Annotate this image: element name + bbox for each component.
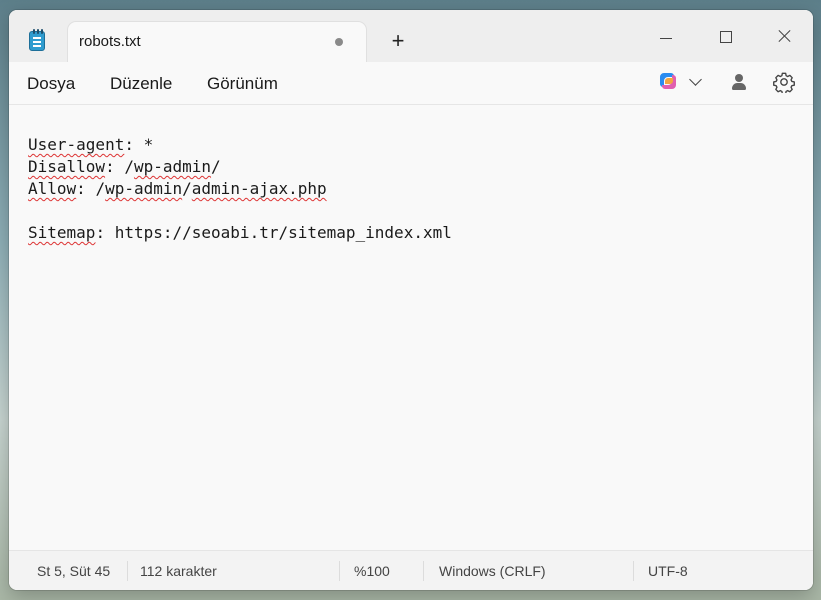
unsaved-dot-icon[interactable] <box>335 38 343 46</box>
character-count: 112 karakter <box>140 563 217 579</box>
title-bar: robots.txt + <box>9 10 813 63</box>
tab-robots-txt[interactable]: robots.txt <box>68 22 366 63</box>
menu-file[interactable]: Dosya <box>27 74 75 94</box>
account-icon[interactable] <box>731 73 747 91</box>
tab-title: robots.txt <box>79 33 141 50</box>
line-ending[interactable]: Windows (CRLF) <box>439 563 546 579</box>
notepad-icon <box>29 29 45 51</box>
menu-view[interactable]: Görünüm <box>207 74 278 94</box>
copilot-icon[interactable] <box>658 71 678 91</box>
editor-line-1: User-agent: * <box>28 135 154 154</box>
zoom-level[interactable]: %100 <box>354 563 390 579</box>
text-editor[interactable]: User-agent: * Disallow: /wp-admin/ Allow… <box>9 105 813 550</box>
menu-edit[interactable]: Düzenle <box>110 74 172 94</box>
notepad-window: robots.txt + Dosya Düzenle Görünüm User-… <box>9 10 813 590</box>
maximize-button[interactable] <box>706 22 746 50</box>
plus-icon[interactable]: + <box>386 30 410 54</box>
gear-icon[interactable] <box>773 71 795 93</box>
editor-line-2: Disallow: /wp-admin/ <box>28 157 221 176</box>
spell-word: User-agent <box>28 135 125 154</box>
chevron-down-icon[interactable] <box>689 73 702 86</box>
editor-line-5: Sitemap: https://seoabi.tr/sitemap_index… <box>28 223 452 242</box>
minimize-button[interactable] <box>646 22 686 50</box>
encoding[interactable]: UTF-8 <box>648 563 688 579</box>
close-button[interactable] <box>765 22 805 50</box>
editor-line-3: Allow: /wp-admin/admin-ajax.php <box>28 179 327 198</box>
cursor-position[interactable]: St 5, Süt 45 <box>37 563 110 579</box>
status-bar: St 5, Süt 45 112 karakter %100 Windows (… <box>9 550 813 590</box>
menu-bar: Dosya Düzenle Görünüm <box>9 62 813 105</box>
